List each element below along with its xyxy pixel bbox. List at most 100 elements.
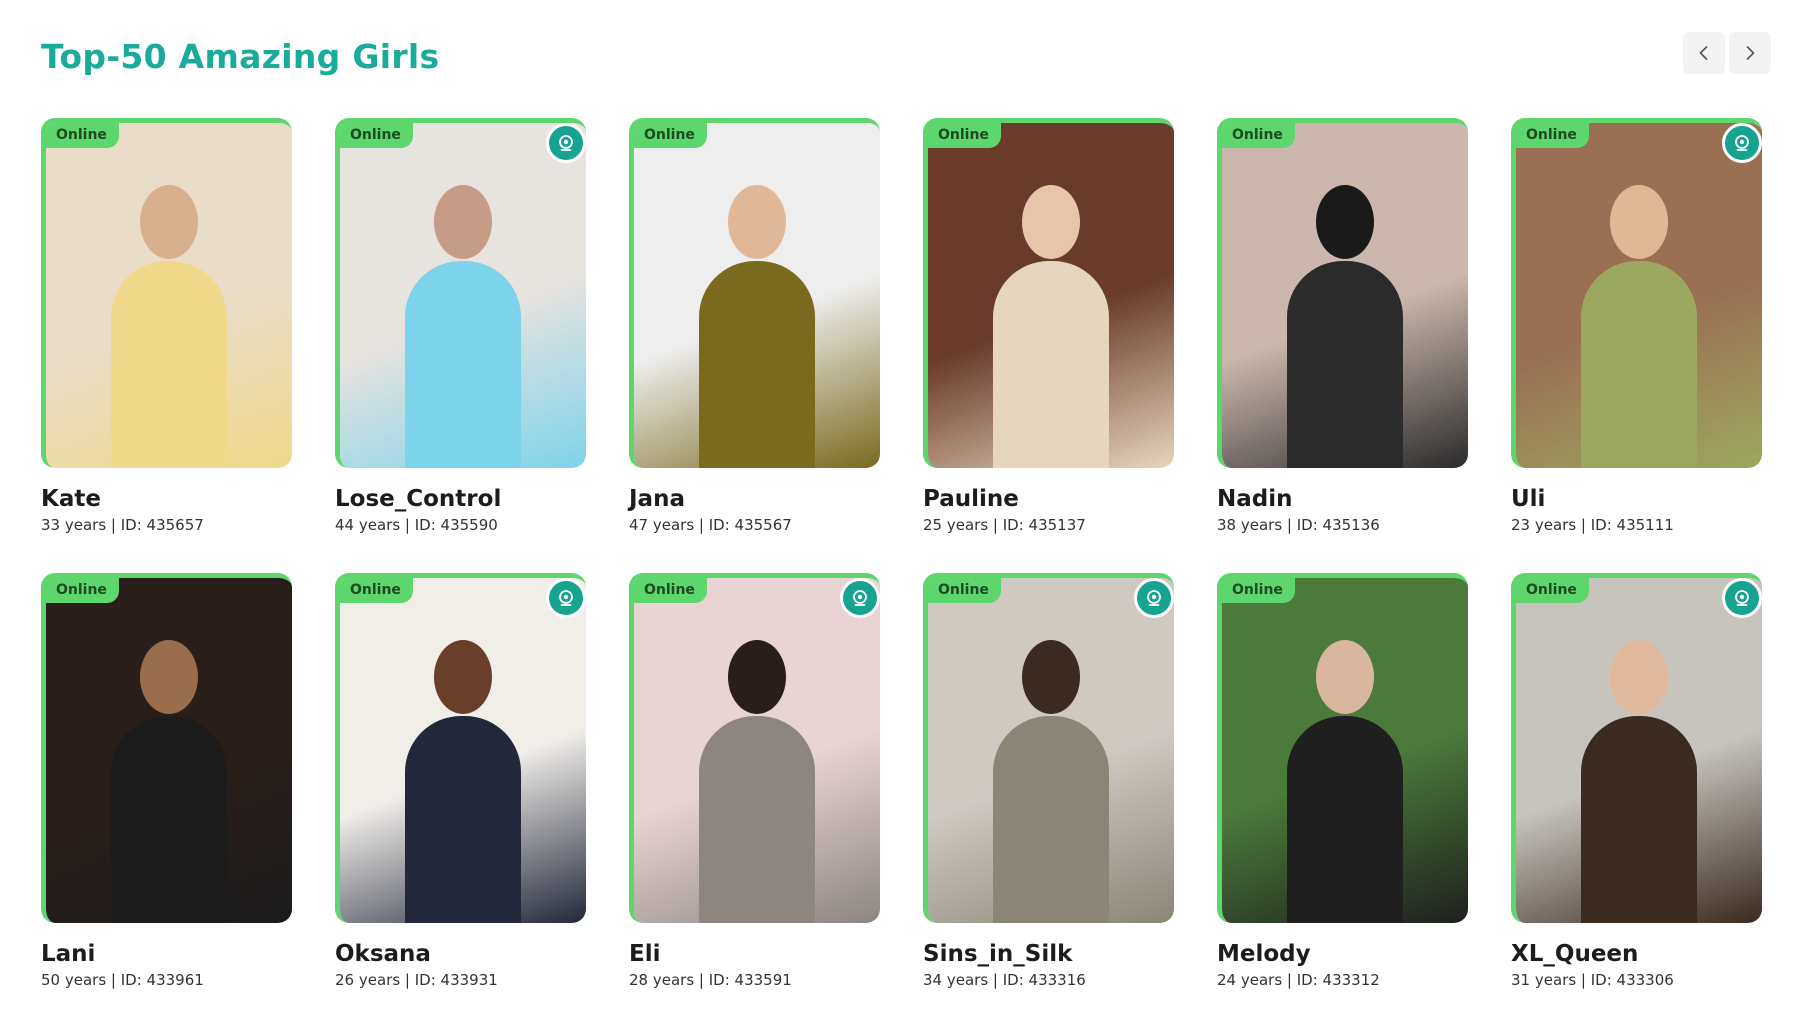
profile-photo[interactable]: Online bbox=[41, 118, 292, 468]
profile-name[interactable]: Nadin bbox=[1217, 485, 1468, 513]
online-badge: Online bbox=[1516, 123, 1589, 148]
profile-name[interactable]: Lose_Control bbox=[335, 485, 586, 513]
photo-placeholder bbox=[1222, 123, 1468, 468]
profile-card-lani[interactable]: Online Lani 50 years | ID: 433961 bbox=[41, 573, 292, 989]
profile-name[interactable]: Melody bbox=[1217, 940, 1468, 968]
profile-meta: 44 years | ID: 435590 bbox=[335, 516, 498, 534]
next-button[interactable] bbox=[1729, 32, 1771, 74]
profile-photo[interactable]: Online bbox=[1511, 573, 1762, 923]
figure-head bbox=[1610, 185, 1668, 260]
video-chat-badge[interactable] bbox=[546, 578, 586, 618]
profile-card-nadin[interactable]: Online Nadin 38 years | ID: 435136 bbox=[1217, 118, 1468, 534]
photo-placeholder bbox=[1516, 123, 1762, 468]
profile-photo[interactable]: Online bbox=[335, 118, 586, 468]
video-chat-badge[interactable] bbox=[546, 123, 586, 163]
profile-meta: 26 years | ID: 433931 bbox=[335, 971, 498, 989]
figure-body bbox=[993, 261, 1109, 468]
figure-head bbox=[434, 640, 492, 715]
photo-placeholder bbox=[1516, 578, 1762, 923]
profile-name[interactable]: Uli bbox=[1511, 485, 1762, 513]
profile-card-kate[interactable]: Online Kate 33 years | ID: 435657 bbox=[41, 118, 292, 534]
chevron-right-icon bbox=[1746, 46, 1755, 60]
photo-placeholder bbox=[340, 123, 586, 468]
online-badge: Online bbox=[1516, 578, 1589, 603]
photo-placeholder bbox=[928, 578, 1174, 923]
figure-head bbox=[1316, 185, 1374, 260]
profile-photo[interactable]: Online bbox=[335, 573, 586, 923]
figure-body bbox=[405, 261, 521, 468]
profile-card-uli[interactable]: Online Uli 23 years | ID: 435111 bbox=[1511, 118, 1762, 534]
figure-body bbox=[699, 716, 815, 923]
webcam-icon bbox=[853, 590, 867, 606]
profile-card-eli[interactable]: Online Eli 28 years | ID: 433591 bbox=[629, 573, 880, 989]
profile-photo[interactable]: Online bbox=[923, 573, 1174, 923]
figure-body bbox=[1287, 716, 1403, 923]
figure-head bbox=[728, 640, 786, 715]
profile-photo[interactable]: Online bbox=[629, 118, 880, 468]
profile-meta: 38 years | ID: 435136 bbox=[1217, 516, 1380, 534]
profile-photo[interactable]: Online bbox=[1511, 118, 1762, 468]
profile-photo[interactable]: Online bbox=[923, 118, 1174, 468]
profile-meta: 47 years | ID: 435567 bbox=[629, 516, 792, 534]
webcam-icon bbox=[1147, 590, 1161, 606]
figure-body bbox=[405, 716, 521, 923]
profile-name[interactable]: Lani bbox=[41, 940, 292, 968]
profile-card-jana[interactable]: Online Jana 47 years | ID: 435567 bbox=[629, 118, 880, 534]
figure-head bbox=[140, 185, 198, 260]
online-badge: Online bbox=[634, 123, 707, 148]
online-badge: Online bbox=[634, 578, 707, 603]
online-badge: Online bbox=[928, 123, 1001, 148]
section-title: Top-50 Amazing Girls bbox=[41, 37, 440, 76]
profile-photo[interactable]: Online bbox=[41, 573, 292, 923]
profile-name[interactable]: Eli bbox=[629, 940, 880, 968]
video-chat-badge[interactable] bbox=[1134, 578, 1174, 618]
profile-name[interactable]: Pauline bbox=[923, 485, 1174, 513]
online-badge: Online bbox=[928, 578, 1001, 603]
prev-button[interactable] bbox=[1683, 32, 1725, 74]
figure-head bbox=[1316, 640, 1374, 715]
photo-placeholder bbox=[46, 123, 292, 468]
profile-card-sins-in-silk[interactable]: Online Sins_in_Silk 34 years | ID: 43331… bbox=[923, 573, 1174, 989]
profile-name[interactable]: Oksana bbox=[335, 940, 586, 968]
video-chat-badge[interactable] bbox=[1722, 123, 1762, 163]
photo-placeholder bbox=[340, 578, 586, 923]
profile-meta: 28 years | ID: 433591 bbox=[629, 971, 792, 989]
webcam-icon bbox=[1735, 135, 1749, 151]
figure-body bbox=[1581, 716, 1697, 923]
profile-meta: 33 years | ID: 435657 bbox=[41, 516, 204, 534]
online-badge: Online bbox=[46, 123, 119, 148]
photo-placeholder bbox=[46, 578, 292, 923]
figure-body bbox=[1287, 261, 1403, 468]
chevron-left-icon bbox=[1699, 46, 1708, 60]
profile-photo[interactable]: Online bbox=[629, 573, 880, 923]
figure-head bbox=[1022, 640, 1080, 715]
figure-head bbox=[728, 185, 786, 260]
profile-meta: 50 years | ID: 433961 bbox=[41, 971, 204, 989]
section-header: Top-50 Amazing Girls bbox=[41, 32, 1771, 80]
webcam-icon bbox=[1735, 590, 1749, 606]
online-badge: Online bbox=[1222, 578, 1295, 603]
profile-card-pauline[interactable]: Online Pauline 25 years | ID: 435137 bbox=[923, 118, 1174, 534]
profile-name[interactable]: Sins_in_Silk bbox=[923, 940, 1174, 968]
photo-placeholder bbox=[928, 123, 1174, 468]
profile-meta: 23 years | ID: 435111 bbox=[1511, 516, 1674, 534]
profile-name[interactable]: Jana bbox=[629, 485, 880, 513]
photo-placeholder bbox=[634, 578, 880, 923]
profile-card-xl-queen[interactable]: Online XL_Queen 31 years | ID: 433306 bbox=[1511, 573, 1762, 989]
profile-photo[interactable]: Online bbox=[1217, 573, 1468, 923]
figure-body bbox=[993, 716, 1109, 923]
figure-body bbox=[111, 261, 227, 468]
profile-photo[interactable]: Online bbox=[1217, 118, 1468, 468]
profile-card-oksana[interactable]: Online Oksana 26 years | ID: 433931 bbox=[335, 573, 586, 989]
figure-body bbox=[111, 716, 227, 923]
video-chat-badge[interactable] bbox=[1722, 578, 1762, 618]
profile-card-melody[interactable]: Online Melody 24 years | ID: 433312 bbox=[1217, 573, 1468, 989]
profile-card-lose-control[interactable]: Online Lose_Control 44 years | ID: 43559… bbox=[335, 118, 586, 534]
profile-name[interactable]: Kate bbox=[41, 485, 292, 513]
profile-meta: 25 years | ID: 435137 bbox=[923, 516, 1086, 534]
video-chat-badge[interactable] bbox=[840, 578, 880, 618]
photo-placeholder bbox=[1222, 578, 1468, 923]
figure-head bbox=[434, 185, 492, 260]
figure-head bbox=[1022, 185, 1080, 260]
profile-name[interactable]: XL_Queen bbox=[1511, 940, 1762, 968]
